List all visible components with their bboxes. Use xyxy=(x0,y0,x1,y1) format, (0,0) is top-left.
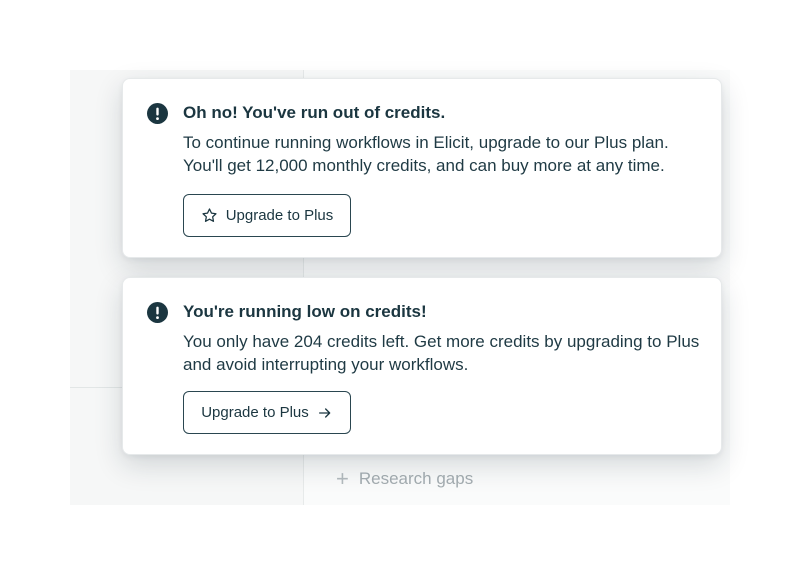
low-credits-notification: You're running low on credits! You only … xyxy=(122,277,722,455)
plus-icon: + xyxy=(336,466,349,491)
research-gaps-label: Research gaps xyxy=(358,469,474,488)
arrow-right-icon xyxy=(318,407,331,418)
stage: + Research gaps Oh no! You've run out of… xyxy=(0,0,800,573)
exclamation-circle-icon xyxy=(147,302,168,323)
notification-title: Oh no! You've run out of credits. xyxy=(183,103,446,122)
upgrade-to-plus-button[interactable]: Upgrade to Plus xyxy=(183,194,351,237)
research-gaps-item[interactable]: + Research gaps xyxy=(336,468,473,490)
out-of-credits-notification: Oh no! You've run out of credits. To con… xyxy=(122,78,722,258)
upgrade-button-label: Upgrade to Plus xyxy=(225,207,334,224)
upgrade-button-label: Upgrade to Plus xyxy=(201,404,309,421)
upgrade-to-plus-button[interactable]: Upgrade to Plus xyxy=(183,391,351,434)
star-icon xyxy=(202,208,217,222)
notification-body: You only have 204 credits left. Get more… xyxy=(183,332,700,374)
notification-body: To continue running workflows in Elicit,… xyxy=(183,133,669,175)
exclamation-circle-icon xyxy=(147,103,168,124)
notification-title: You're running low on credits! xyxy=(183,302,427,321)
